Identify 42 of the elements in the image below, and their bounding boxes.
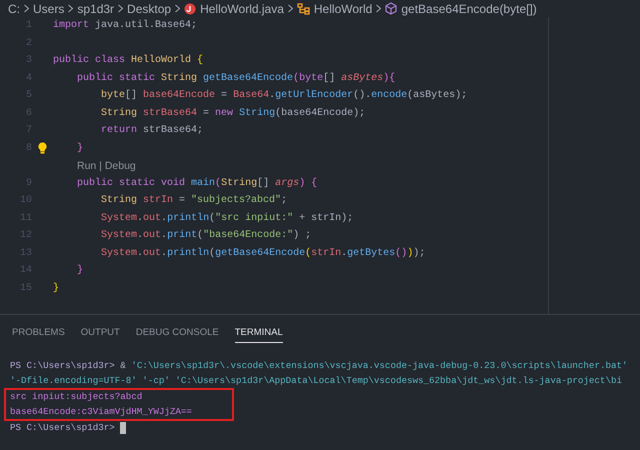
code-line: } [76, 142, 84, 154]
panel-tab[interactable]: DEBUG CONSOLE [136, 325, 219, 342]
terminal-output: src inpiut:subjects?abcd [10, 391, 142, 402]
code-line: byte[] base64Encode = Base64.getUrlEncoder().encode(asBytes); [100, 90, 468, 102]
chevron-icon [375, 4, 382, 13]
breadcrumb-item[interactable]: sp1d3r [77, 2, 114, 16]
chevron-icon [174, 4, 182, 13]
code-line: public static String getBase64Encode(byte[] asBytes){ [76, 72, 396, 84]
code-line: System.out.print("base64Encode:") ; [100, 230, 312, 242]
terminal-output: base64Encode:c3ViamVjdHM_YWJjZA== [10, 406, 192, 416]
java-file-icon [184, 2, 196, 14]
code-line: } [53, 282, 60, 294]
breadcrumb-item[interactable]: HelloWorld.java [184, 2, 284, 16]
code-line: import java.util.Base64; [53, 20, 198, 32]
code-line: public static void main(String[] args) { [76, 178, 318, 189]
code-line: String strBase64 = new String(base64Encode); [100, 108, 366, 119]
breadcrumb-item[interactable]: HelloWorld [296, 2, 372, 16]
code-line: } [76, 265, 84, 276]
terminal-line: PS C:\Users\sp1d3r> & 'C:\Users\sp1d3r\.vscode\extensions\vscjava.vscode-java-debug-0.23.0\scripts\launcher.bat' [10, 360, 628, 371]
code-line: System.out.println("src inpiut:" + strIn); [100, 212, 354, 224]
chevron-icon [67, 4, 74, 13]
terminal-line: '-Dfile.encoding=UTF-8' '-cp' 'C:\Users\sp1d3r\AppData\Local\Temp\vscodesws_62bba\jdt_ws\jdt.ls-java-project\bi [10, 374, 622, 386]
codelens-run-debug[interactable]: Run | Debug [77, 160, 136, 172]
code-line: System.out.println(getBase64Encode(strIn.getBytes())); [100, 248, 426, 259]
terminal-cursor [120, 422, 126, 434]
code-line: String strIn = "subjects?abcd"; [100, 195, 288, 206]
breadcrumb-item[interactable]: Desktop [127, 2, 172, 16]
chevron-icon [23, 4, 30, 13]
code-line: public class HelloWorld { [53, 55, 204, 66]
breadcrumb-item[interactable]: getBase64Encode(byte[]) [385, 2, 537, 16]
panel-tab[interactable]: TERMINAL [234, 325, 283, 343]
class-icon [296, 2, 310, 14]
lightbulb-icon[interactable] [38, 142, 47, 154]
panel-tab[interactable]: PROBLEMS [12, 325, 65, 342]
panel-tab[interactable]: OUTPUT [80, 325, 120, 342]
chevron-icon [117, 4, 124, 13]
cube-icon [385, 2, 398, 15]
code-line: return strBase64; [100, 125, 204, 136]
breadcrumb-item[interactable]: Users [33, 2, 64, 16]
terminal-line: PS C:\Users\sp1d3r> [10, 422, 115, 433]
chevron-icon [286, 4, 294, 13]
breadcrumb-item[interactable]: C: [8, 2, 20, 16]
